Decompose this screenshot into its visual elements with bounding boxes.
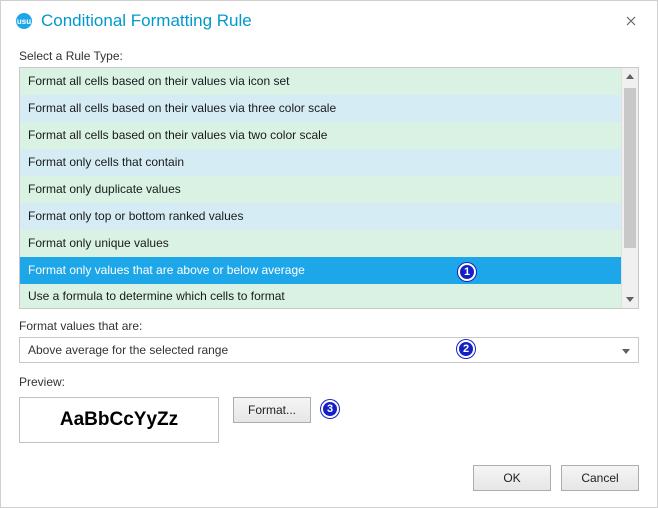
scroll-down-icon[interactable] [622,291,638,308]
title-bar: usu Conditional Formatting Rule [1,1,657,39]
select-rule-type-label: Select a Rule Type: [19,49,639,63]
dialog-body: Select a Rule Type: Format all cells bas… [1,39,657,453]
format-values-label: Format values that are: [19,319,639,333]
cancel-button[interactable]: Cancel [561,465,639,491]
list-scrollbar[interactable] [621,68,638,308]
rule-type-item[interactable]: Format only duplicate values [20,176,621,203]
rule-type-item-selected[interactable]: Format only values that are above or bel… [20,257,621,284]
rule-type-item[interactable]: Format all cells based on their values v… [20,95,621,122]
dialog-footer: OK Cancel [1,453,657,507]
app-icon: usu [15,12,33,30]
format-values-combo[interactable]: Above average for the selected range [19,337,639,363]
chevron-down-icon [622,343,630,357]
rule-type-item[interactable]: Format only top or bottom ranked values [20,203,621,230]
preview-sample: AaBbCcYyZz [19,397,219,443]
conditional-formatting-dialog: usu Conditional Formatting Rule Select a… [0,0,658,508]
rule-type-item[interactable]: Format only unique values [20,230,621,257]
svg-text:usu: usu [17,17,31,26]
callout-badge-3: 3 [321,400,339,418]
preview-label: Preview: [19,375,639,389]
rule-type-list: Format all cells based on their values v… [19,67,639,309]
dialog-title: Conditional Formatting Rule [41,11,619,31]
close-icon[interactable] [619,9,643,33]
scroll-up-icon[interactable] [622,68,638,85]
rule-type-item[interactable]: Format all cells based on their values v… [20,122,621,149]
rule-type-item[interactable]: Use a formula to determine which cells t… [20,284,621,308]
rule-type-list-inner: Format all cells based on their values v… [20,68,621,308]
scroll-thumb[interactable] [624,88,636,248]
ok-button[interactable]: OK [473,465,551,491]
format-button[interactable]: Format... [233,397,311,423]
rule-type-item[interactable]: Format all cells based on their values v… [20,68,621,95]
rule-type-item[interactable]: Format only cells that contain [20,149,621,176]
combo-value: Above average for the selected range [28,343,228,357]
